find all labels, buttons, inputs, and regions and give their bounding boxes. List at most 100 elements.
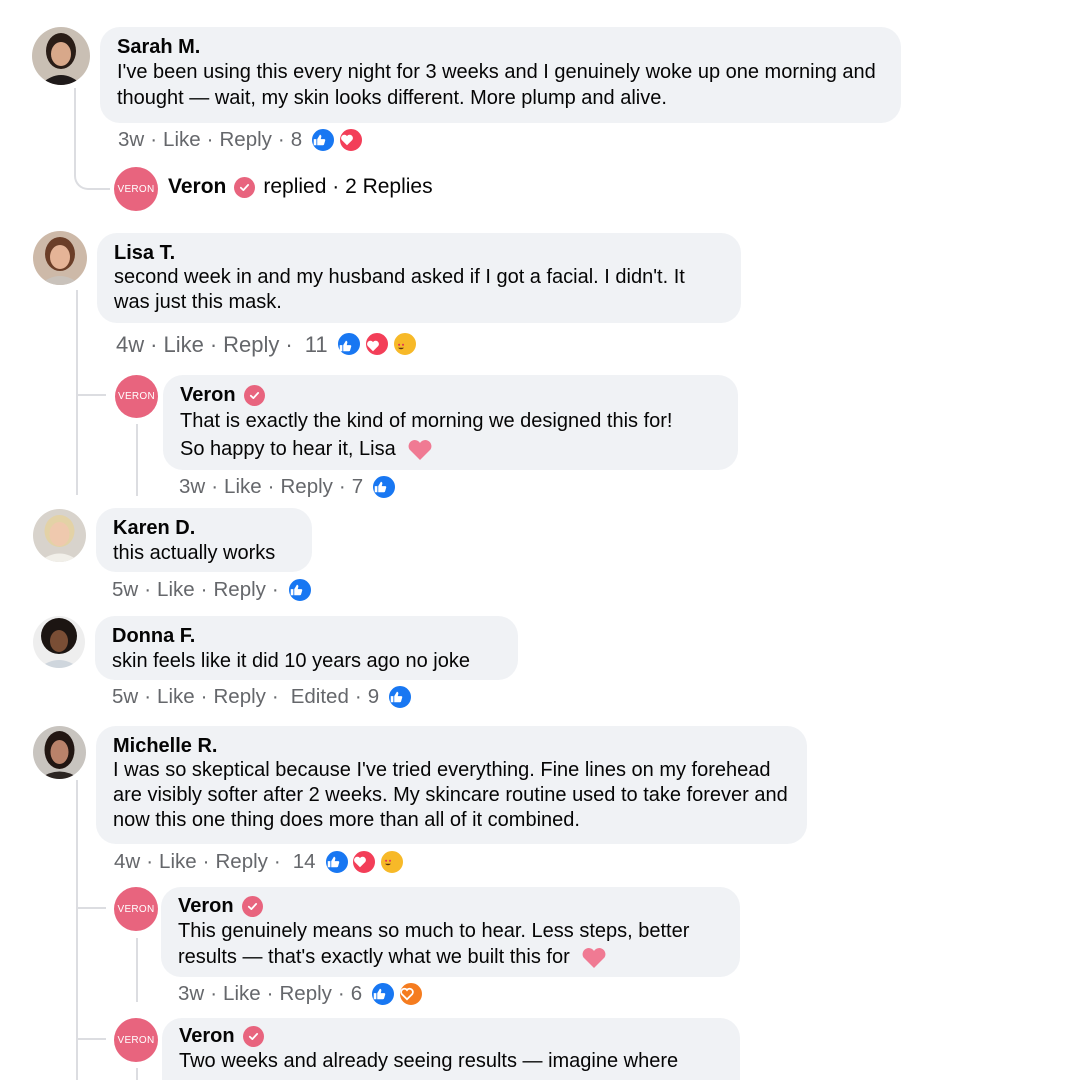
reaction-count[interactable]: 9: [368, 685, 379, 709]
veron-avatar[interactable]: VERON: [114, 167, 158, 211]
comment-meta: 5w · Like · Reply · Edited · 9: [112, 684, 414, 710]
comment-bubble: Lisa T. second week in and my husband as…: [97, 233, 741, 323]
reaction-count[interactable]: 6: [351, 982, 362, 1006]
reactions[interactable]: [286, 577, 313, 603]
comment-meta: 3w · Like · Reply · 8: [118, 127, 364, 153]
like-button[interactable]: Like: [163, 332, 203, 358]
replier-name[interactable]: Veron: [179, 1024, 235, 1048]
like-button[interactable]: Like: [157, 578, 195, 602]
timestamp[interactable]: 3w: [179, 475, 205, 499]
thread-line: [76, 394, 106, 396]
thread-line: [136, 1068, 138, 1080]
reply-button[interactable]: Reply: [213, 685, 265, 709]
brand-avatar-text: VERON: [117, 391, 156, 402]
reactions[interactable]: [335, 331, 418, 359]
reply-button[interactable]: Reply: [279, 982, 331, 1006]
comment-bubble: Sarah M. I've been using this every nigh…: [100, 27, 901, 123]
timestamp[interactable]: 4w: [116, 332, 144, 358]
reply-text: Two weeks and already seeing results — i…: [179, 1050, 679, 1072]
thread-line: [136, 424, 138, 496]
timestamp[interactable]: 3w: [178, 982, 204, 1006]
replier-name[interactable]: Veron: [180, 383, 236, 407]
reply-button[interactable]: Reply: [213, 578, 265, 602]
brand-avatar-text: VERON: [117, 1034, 155, 1046]
veron-avatar[interactable]: VERON: [114, 1018, 158, 1062]
commenter-name[interactable]: Lisa T.: [114, 241, 725, 265]
like-button[interactable]: Like: [224, 475, 262, 499]
reply-text: This genuinely means so much to hear. Le…: [178, 920, 690, 968]
thread-line: [76, 907, 106, 909]
reply-meta: 3w · Like · Reply · 6: [178, 981, 424, 1007]
check-badge-icon: [241, 895, 263, 917]
timestamp[interactable]: 5w: [112, 685, 138, 709]
reaction-count[interactable]: 14: [293, 850, 316, 874]
heart-eyes-icon: [391, 331, 418, 357]
reply-button[interactable]: Reply: [219, 128, 271, 152]
commenter-name[interactable]: Sarah M.: [117, 35, 885, 59]
reactions[interactable]: [371, 474, 398, 500]
veron-avatar[interactable]: VERON: [115, 375, 158, 418]
timestamp[interactable]: 4w: [114, 850, 140, 874]
reaction-count[interactable]: 8: [291, 128, 302, 152]
thumbs-up-icon: [323, 849, 350, 875]
avatar[interactable]: [33, 509, 86, 562]
thread-line: [76, 780, 78, 1080]
pink-heart-emoji: [582, 947, 606, 968]
commenter-name[interactable]: Karen D.: [113, 516, 296, 540]
reply-button[interactable]: Reply: [223, 332, 279, 358]
avatar[interactable]: [33, 616, 85, 668]
reactions[interactable]: [370, 981, 424, 1007]
reply-name-row: Veron: [180, 383, 722, 407]
comment-meta: 4w · Like · Reply · 14: [114, 849, 405, 875]
reactions[interactable]: [387, 684, 414, 710]
like-button[interactable]: Like: [157, 685, 195, 709]
avatar[interactable]: [33, 231, 87, 285]
edited-label: Edited: [290, 685, 349, 708]
heart-icon: [337, 127, 364, 153]
comment-bubble: Karen D. this actually works: [96, 508, 312, 572]
check-badge-icon: [242, 1025, 264, 1047]
reply-name-row: Veron: [178, 894, 724, 918]
reply-button[interactable]: Reply: [215, 850, 267, 874]
veron-avatar[interactable]: VERON: [114, 887, 158, 931]
avatar[interactable]: [33, 726, 86, 779]
like-button[interactable]: Like: [223, 982, 261, 1006]
comment-text: skin feels like it did 10 years ago no j…: [112, 650, 470, 672]
thumbs-up-icon: [335, 331, 362, 357]
reactions[interactable]: [323, 849, 405, 875]
view-replies-link[interactable]: Veron replied · 2 Replies: [168, 175, 433, 199]
reaction-count[interactable]: 11: [305, 332, 328, 358]
avatar[interactable]: [32, 27, 90, 85]
like-button[interactable]: Like: [159, 850, 197, 874]
reply-meta: 3w · Like · Reply · 7: [179, 474, 398, 500]
brand-avatar-text: VERON: [117, 183, 155, 195]
reply-text: So happy to hear it, Lisa: [180, 438, 396, 460]
check-badge-icon: [243, 384, 265, 406]
reply-bubble: Veron Two weeks and already seeing resul…: [162, 1018, 740, 1080]
replier-name: Veron: [168, 175, 227, 198]
timestamp[interactable]: 5w: [112, 578, 138, 602]
thumbs-up-icon: [370, 981, 397, 1007]
thread-line: [76, 1038, 106, 1040]
thumbs-up-icon: [371, 474, 398, 500]
timestamp[interactable]: 3w: [118, 128, 144, 152]
heart-icon: [363, 331, 390, 357]
heart-eyes-icon: [378, 849, 405, 875]
reply-button[interactable]: Reply: [280, 475, 332, 499]
brand-avatar-text: VERON: [117, 903, 155, 915]
comment-text: I've been using this every night for 3 w…: [117, 61, 876, 109]
reactions[interactable]: [310, 127, 364, 153]
reply-text-line2: So happy to hear it, Lisa: [180, 435, 722, 463]
thread-line: [136, 938, 138, 1002]
commenter-name[interactable]: Donna F.: [112, 624, 502, 648]
thumbs-up-icon: [286, 577, 313, 603]
comment-meta: 4w · Like · Reply · 11: [116, 331, 418, 359]
comment-text: second week in and my husband asked if I…: [114, 266, 685, 313]
reaction-count[interactable]: 7: [352, 475, 363, 499]
replier-name[interactable]: Veron: [178, 894, 234, 918]
commenter-name[interactable]: Michelle R.: [113, 734, 791, 758]
pink-heart-emoji: [408, 439, 432, 460]
like-button[interactable]: Like: [163, 128, 201, 152]
thumbs-up-icon: [310, 127, 337, 153]
comment-text: this actually works: [113, 542, 276, 564]
